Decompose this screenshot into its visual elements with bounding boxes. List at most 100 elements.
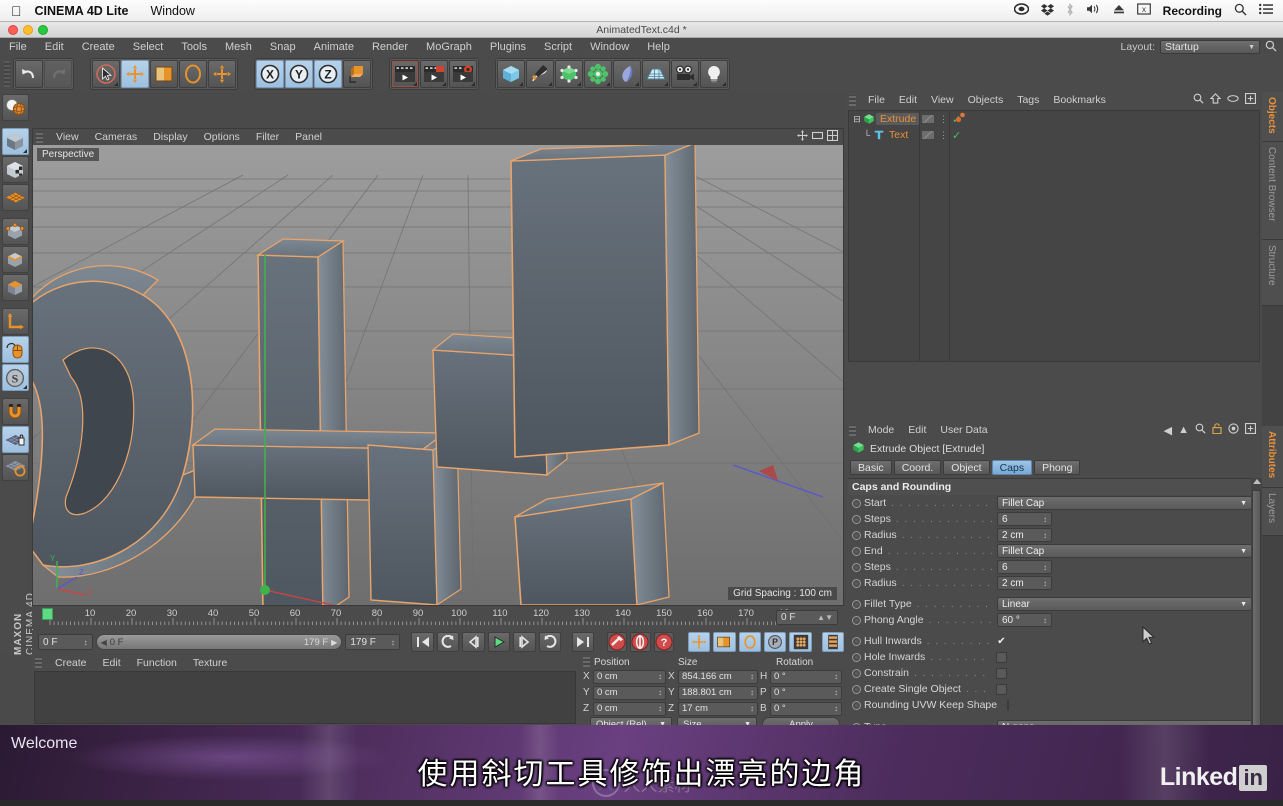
model-mode-tool[interactable] [1, 128, 29, 155]
om-menu-tags[interactable]: Tags [1010, 94, 1046, 106]
render-settings-button[interactable] [449, 60, 477, 88]
rotation-key-toggle[interactable] [738, 632, 761, 652]
render-view-button[interactable] [391, 60, 419, 88]
animation-start-field[interactable]: 0 F ↕ [38, 634, 93, 650]
home-icon[interactable] [1209, 93, 1222, 107]
om-menu-objects[interactable]: Objects [961, 94, 1011, 106]
add-floor-button[interactable] [642, 60, 670, 88]
create-single-object-checkbox[interactable] [996, 683, 1007, 695]
parameter-key-toggle[interactable]: P [763, 632, 787, 652]
menu-mesh[interactable]: Mesh [216, 38, 261, 56]
size-y-field[interactable]: 188.801 cm ↕ [678, 685, 758, 700]
step-back-button[interactable] [462, 632, 485, 652]
timeline-ruler[interactable]: 0 10 20 30 40 50 60 70 80 90 100 110 120… [32, 607, 844, 629]
spinner-icon[interactable]: ↕ [1043, 531, 1047, 540]
menu-tools[interactable]: Tools [172, 38, 216, 56]
target-icon[interactable] [1228, 423, 1239, 437]
end-radius-field[interactable]: 2 cm ↕ [997, 576, 1052, 590]
enable-snap[interactable] [1, 398, 29, 425]
hull-inwards-checkbox[interactable]: ✔ [996, 636, 1007, 647]
search-icon[interactable] [1195, 423, 1206, 437]
timeline-frame-field[interactable]: 0 F ▲▼ [776, 610, 838, 625]
undo-button[interactable] [15, 60, 43, 88]
viewport-menu-filter[interactable]: Filter [248, 131, 287, 143]
polygons-mode-tool[interactable] [1, 274, 29, 301]
coordinates-grip[interactable] [583, 657, 590, 667]
am-menu-mode[interactable]: Mode [861, 424, 901, 436]
spinner-icon[interactable]: ↕ [658, 688, 662, 697]
property-bullet-icon[interactable] [852, 562, 861, 572]
pla-key-toggle[interactable] [789, 632, 812, 652]
menu-select[interactable]: Select [124, 38, 173, 56]
screen-icon[interactable]: x [1136, 3, 1151, 18]
vtab-content-browser[interactable]: Content Browser [1262, 142, 1283, 240]
spinner-icon[interactable]: ↕ [1043, 515, 1047, 524]
step-forward-button[interactable] [513, 632, 536, 652]
menu-plugins[interactable]: Plugins [481, 38, 535, 56]
property-bullet-icon[interactable] [852, 652, 861, 662]
editor-dots-icon[interactable]: ⋮ [939, 114, 948, 125]
am-menu-edit[interactable]: Edit [901, 424, 933, 436]
spinner-icon[interactable]: ↕ [834, 688, 838, 697]
hole-inwards-checkbox[interactable] [996, 651, 1007, 663]
om-menu-view[interactable]: View [924, 94, 961, 106]
start-cap-dropdown[interactable]: Fillet Cap ▼ [997, 496, 1252, 510]
redo-button[interactable] [44, 60, 72, 88]
maximize-button[interactable] [38, 25, 48, 35]
om-menu-bookmarks[interactable]: Bookmarks [1046, 94, 1113, 106]
object-tree[interactable]: ⊟ Extrude ⋮ ✓ └ Text [848, 110, 1260, 362]
end-steps-field[interactable]: 6 ↕ [997, 560, 1052, 574]
spinner-icon[interactable]: ↕ [1043, 579, 1047, 588]
range-left-arrow-icon[interactable]: ◀ [101, 638, 107, 647]
visibility-dots-icon[interactable] [921, 114, 935, 124]
viewport-zoom-icon[interactable] [811, 130, 824, 144]
vtab-attributes[interactable]: Attributes [1262, 426, 1283, 488]
add-deformer-button[interactable] [584, 60, 612, 88]
apple-icon[interactable]:  [0, 4, 35, 18]
lock-x-axis[interactable]: X [256, 60, 284, 88]
object-name-extrude[interactable]: Extrude [876, 113, 921, 125]
viewport-move-icon[interactable] [797, 130, 808, 144]
position-key-toggle[interactable] [687, 632, 711, 652]
search-icon[interactable] [1193, 93, 1204, 107]
go-to-end-button[interactable] [571, 632, 595, 652]
editor-dots-icon[interactable]: ⋮ [939, 130, 948, 141]
live-selection-tool[interactable] [92, 60, 120, 88]
materials-menu-edit[interactable]: Edit [95, 657, 129, 669]
spinner-icon[interactable]: ↕ [1043, 563, 1047, 572]
property-bullet-icon[interactable] [852, 514, 861, 524]
enable-axis-modification[interactable] [1, 336, 29, 363]
add-light-button[interactable] [700, 60, 728, 88]
lock-workplane[interactable] [1, 426, 29, 453]
loop-button[interactable] [538, 632, 561, 652]
spinner-icon[interactable]: ↕ [750, 704, 754, 713]
property-bullet-icon[interactable] [852, 546, 861, 556]
property-bullet-icon[interactable] [852, 615, 861, 625]
current-frame-marker[interactable] [42, 608, 53, 620]
spinner-icon[interactable]: ▲▼ [817, 613, 833, 622]
menu-window[interactable]: Window [581, 38, 638, 56]
mac-menu-window[interactable]: Window [151, 4, 213, 18]
vtab-structure[interactable]: Structure [1262, 240, 1283, 306]
rotate-tool[interactable] [179, 60, 207, 88]
property-bullet-icon[interactable] [852, 700, 861, 710]
menu-animate[interactable]: Animate [305, 38, 363, 56]
polygon-mode-tool[interactable] [1, 184, 29, 211]
volume-icon[interactable] [1086, 3, 1101, 18]
object-name-text[interactable]: Text [886, 129, 908, 141]
position-y-field[interactable]: 0 cm ↕ [593, 685, 666, 700]
search-icon[interactable] [1265, 40, 1277, 55]
visibility-dots-icon[interactable] [921, 130, 935, 140]
move-tool[interactable] [121, 60, 149, 88]
property-bullet-icon[interactable] [852, 668, 861, 678]
viewport-grip[interactable] [36, 131, 43, 143]
recording-label[interactable]: Recording [1163, 4, 1222, 18]
viewport-menu-view[interactable]: View [48, 131, 87, 143]
viewport-maximize-icon[interactable] [826, 129, 839, 144]
lock-y-axis[interactable]: Y [285, 60, 313, 88]
tab-coord[interactable]: Coord. [893, 460, 942, 475]
rounding-uvw-checkbox[interactable] [1007, 699, 1010, 711]
tab-phong[interactable]: Phong [1034, 460, 1081, 475]
close-button[interactable] [8, 25, 18, 35]
viewport-3d-scene[interactable]: Y X Z Perspective Grid Spacing : 100 cm [33, 145, 843, 605]
